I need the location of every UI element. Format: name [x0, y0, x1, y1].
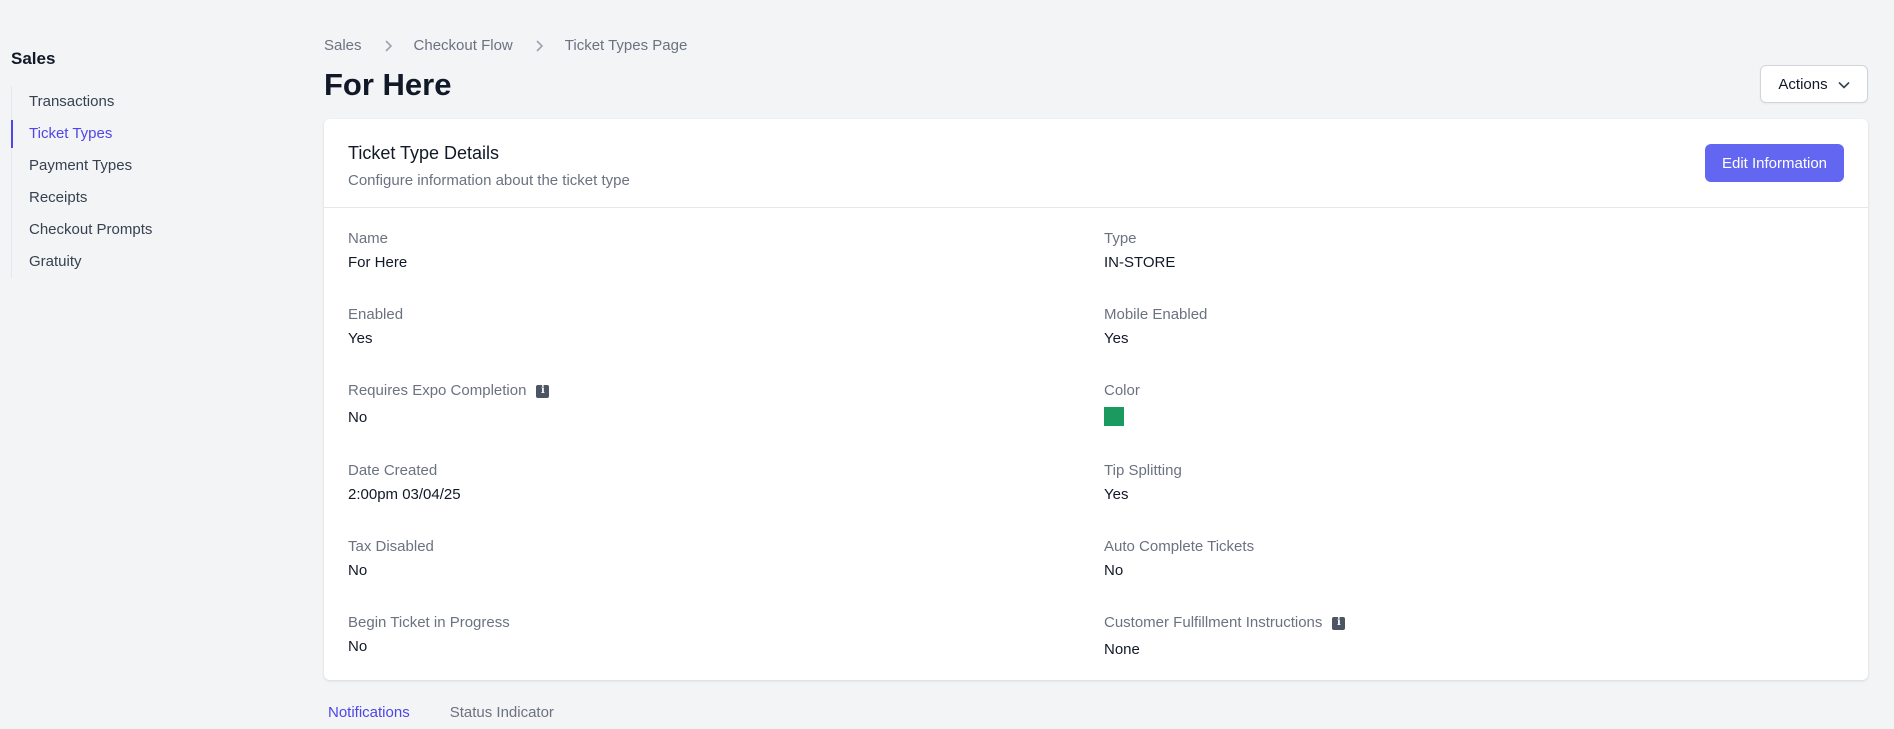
field-label: Mobile Enabled	[1104, 306, 1208, 323]
chevron-right-icon	[535, 39, 543, 52]
card-title: Ticket Type Details	[348, 143, 500, 163]
sidebar-item-payment-types[interactable]: Payment Types	[12, 150, 251, 182]
field-begin-ticket-in-progress: Begin Ticket in Progress No	[348, 613, 510, 657]
sidebar-item-ticket-types[interactable]: Ticket Types	[11, 118, 251, 150]
field-color: Color	[1104, 381, 1140, 426]
field-value: No	[348, 562, 368, 579]
field-enabled: Enabled Yes	[348, 305, 403, 349]
field-value: No	[1104, 562, 1124, 579]
breadcrumb-item-sales[interactable]: Sales	[324, 37, 362, 54]
sidebar-item-transactions[interactable]: Transactions	[12, 86, 251, 118]
field-label: Date Created	[348, 462, 438, 479]
field-value: For Here	[348, 254, 408, 271]
field-label: Color	[1104, 382, 1140, 399]
field-label: Type	[1104, 230, 1137, 247]
field-label: Name	[348, 230, 389, 247]
actions-button-label: Actions	[1778, 75, 1828, 93]
field-auto-complete-tickets: Auto Complete Tickets No	[1104, 537, 1254, 581]
ticket-type-details-card: Ticket Type Details Configure informatio…	[324, 119, 1868, 680]
field-label: Enabled	[348, 306, 404, 323]
page-title: For Here	[324, 67, 452, 102]
sidebar-list: Transactions Ticket Types Payment Types …	[11, 86, 251, 278]
field-value: Yes	[1104, 486, 1129, 503]
field-value: Yes	[348, 330, 373, 347]
tabs: Notifications Status Indicator	[328, 704, 554, 721]
field-value: 2:00pm 03/04/25	[348, 486, 461, 503]
tab-notifications[interactable]: Notifications	[328, 704, 410, 721]
field-type: Type IN-STORE	[1104, 229, 1175, 273]
field-name: Name For Here	[348, 229, 407, 273]
sidebar-item-checkout-prompts[interactable]: Checkout Prompts	[12, 214, 251, 246]
field-label: Begin Ticket in Progress	[348, 614, 510, 631]
field-value: No	[348, 638, 368, 655]
field-label: Customer Fulfillment Instructions i	[1104, 613, 1346, 633]
sidebar-item-gratuity[interactable]: Gratuity	[12, 246, 251, 278]
field-label: Requires Expo Completion i	[348, 381, 550, 401]
card-subtitle: Configure information about the ticket t…	[348, 172, 630, 189]
field-value: Yes	[1104, 330, 1129, 347]
info-icon[interactable]: i	[1332, 616, 1346, 630]
edit-information-button[interactable]: Edit Information	[1705, 144, 1844, 182]
field-value: IN-STORE	[1104, 254, 1176, 271]
breadcrumb: Sales Checkout Flow Ticket Types Page	[324, 37, 687, 54]
field-label: Tax Disabled	[348, 538, 434, 555]
sidebar: Sales Transactions Ticket Types Payment …	[11, 48, 251, 278]
breadcrumb-item-ticket-types-page[interactable]: Ticket Types Page	[565, 37, 688, 54]
sidebar-title: Sales	[11, 49, 56, 68]
breadcrumb-item-checkout-flow[interactable]: Checkout Flow	[414, 37, 513, 54]
chevron-down-icon	[1838, 76, 1850, 93]
info-icon[interactable]: i	[536, 384, 550, 398]
field-label: Auto Complete Tickets	[1104, 538, 1255, 555]
field-value: None	[1104, 641, 1140, 658]
field-date-created: Date Created 2:00pm 03/04/25	[348, 461, 461, 505]
field-label-text: Customer Fulfillment Instructions	[1104, 614, 1323, 631]
card-header: Ticket Type Details Configure informatio…	[324, 119, 1868, 208]
tab-status-indicator[interactable]: Status Indicator	[450, 704, 554, 721]
field-label-text: Requires Expo Completion	[348, 382, 527, 399]
field-requires-expo-completion: Requires Expo Completion i No	[348, 381, 550, 428]
field-value: No	[348, 409, 368, 426]
field-customer-fulfillment-instructions: Customer Fulfillment Instructions i None	[1104, 613, 1346, 660]
chevron-right-icon	[384, 39, 392, 52]
field-tip-splitting: Tip Splitting Yes	[1104, 461, 1182, 505]
field-mobile-enabled: Mobile Enabled Yes	[1104, 305, 1207, 349]
field-tax-disabled: Tax Disabled No	[348, 537, 434, 581]
sidebar-item-receipts[interactable]: Receipts	[12, 182, 251, 214]
actions-button[interactable]: Actions	[1760, 65, 1868, 103]
field-label: Tip Splitting	[1104, 462, 1182, 479]
color-swatch	[1104, 407, 1124, 426]
